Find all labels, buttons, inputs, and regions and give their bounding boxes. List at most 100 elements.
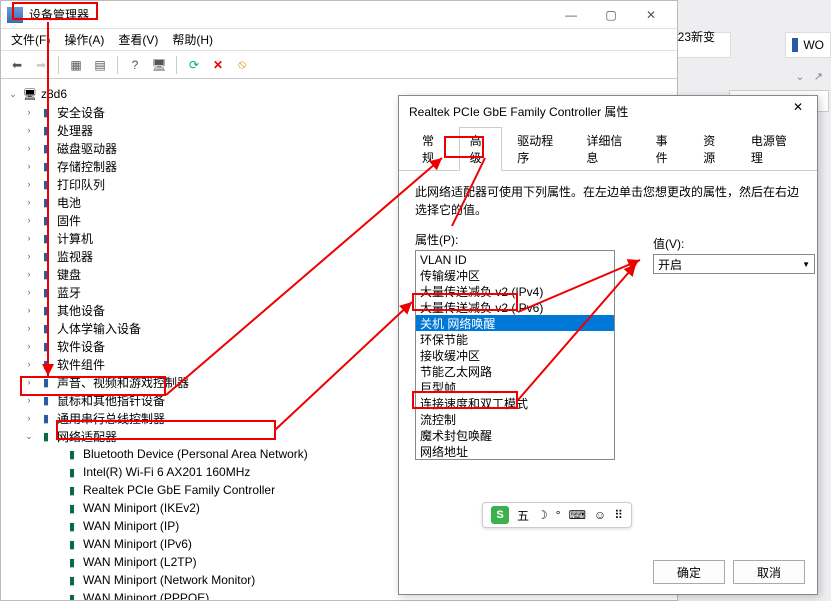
dialog-close-button[interactable]: ✕	[785, 100, 811, 120]
property-option[interactable]: 流控制	[416, 411, 614, 427]
more-icon[interactable]: ⠿	[614, 508, 623, 522]
tree-net-item-label: WAN Miniport (IKEv2)	[83, 501, 200, 515]
tab-description: 此网络适配器可使用下列属性。在左边单击您想更改的属性，然后在右边选择它的值。	[415, 183, 801, 219]
property-option[interactable]: 魔术封包唤醒	[416, 427, 614, 443]
tab-2[interactable]: 驱动程序	[506, 127, 571, 171]
value-combobox-text: 开启	[658, 256, 682, 273]
uninstall-icon[interactable]: ✕	[208, 55, 228, 75]
tab-5[interactable]: 资源	[692, 127, 736, 171]
property-option[interactable]: 传输缓冲区	[416, 267, 614, 283]
ok-button[interactable]: 确定	[653, 560, 725, 584]
expand-icon[interactable]: ›	[23, 269, 35, 279]
property-option[interactable]: 网络地址	[416, 443, 614, 459]
property-option[interactable]: 大量传送减负 v2 (IPv4)	[416, 283, 614, 299]
emoji-icon[interactable]: ☺	[594, 508, 606, 522]
scan-icon[interactable]: 🖥	[149, 55, 169, 75]
tree-cat-label: 键盘	[57, 266, 81, 283]
nic-icon: ▮	[64, 464, 80, 480]
collapse-icon[interactable]: ⌄	[23, 431, 35, 442]
value-combobox[interactable]: 开启 ▼	[653, 254, 815, 274]
property-option[interactable]: 网络唤醒和关机连接速度	[416, 459, 614, 460]
close-button[interactable]: ✕	[631, 3, 671, 27]
device-icon: ▮	[38, 176, 54, 192]
expand-icon[interactable]: ›	[23, 395, 35, 405]
menu-view[interactable]: 查看(V)	[112, 29, 164, 50]
ribbon-mini-controls: ⌄ ↗	[729, 66, 829, 86]
properties-listbox[interactable]: VLAN ID传输缓冲区大量传送减负 v2 (IPv4)大量传送减负 v2 (I…	[415, 250, 615, 460]
keyboard-icon[interactable]: ⌨	[569, 508, 586, 522]
tree-cat-label: 人体学输入设备	[57, 320, 141, 337]
expand-icon[interactable]: ›	[23, 359, 35, 369]
tab-advanced-body: 此网络适配器可使用下列属性。在左边单击您想更改的属性，然后在右边选择它的值。 属…	[399, 171, 817, 473]
expand-icon[interactable]: ›	[23, 323, 35, 333]
task-btn-word[interactable]: WO	[785, 32, 831, 58]
property-option[interactable]: 关机 网络唤醒	[416, 315, 614, 331]
tab-0[interactable]: 常规	[411, 127, 455, 171]
tree-cat-network-label: 网络适配器	[57, 428, 117, 445]
expand-icon[interactable]: ›	[23, 215, 35, 225]
property-option[interactable]: 节能乙太网路	[416, 363, 614, 379]
back-icon[interactable]: ⬅	[7, 55, 27, 75]
expand-icon[interactable]: ›	[23, 125, 35, 135]
nic-icon: ▮	[64, 482, 80, 498]
tab-3[interactable]: 详细信息	[575, 127, 640, 171]
update-icon[interactable]: ⟳	[184, 55, 204, 75]
expand-icon[interactable]: ›	[23, 377, 35, 387]
device-icon: ▮	[38, 410, 54, 426]
tree-cat-label: 存储控制器	[57, 158, 117, 175]
expand-icon[interactable]: ›	[23, 341, 35, 351]
device-icon: ▮	[38, 338, 54, 354]
nic-icon: ▮	[64, 554, 80, 570]
device-icon: ▮	[38, 266, 54, 282]
nic-icon: ▮	[64, 446, 80, 462]
tab-1[interactable]: 高级	[459, 127, 503, 171]
device-icon: ▮	[38, 302, 54, 318]
app-icon	[7, 7, 23, 23]
device-icon: ▮	[38, 104, 54, 120]
disable-icon[interactable]: ⦸	[232, 55, 252, 75]
help-icon[interactable]: ?	[125, 55, 145, 75]
moon-icon[interactable]: ☽	[537, 508, 548, 522]
forward-icon[interactable]: ➡	[31, 55, 51, 75]
expand-icon[interactable]: ›	[23, 413, 35, 423]
ime-toolbar[interactable]: S 五 ☽ ° ⌨ ☺ ⠿	[482, 502, 632, 528]
tree-cat-label: 电池	[57, 194, 81, 211]
device-icon: ▮	[38, 158, 54, 174]
expand-icon[interactable]: ›	[23, 107, 35, 117]
ime-mode[interactable]: 五	[517, 507, 529, 524]
property-option[interactable]: 连接速度和双工模式	[416, 395, 614, 411]
properties-icon[interactable]: ▤	[90, 55, 110, 75]
tree-cat-label: 鼠标和其他指针设备	[57, 392, 165, 409]
expand-icon[interactable]: ›	[23, 161, 35, 171]
menu-file[interactable]: 文件(F)	[5, 29, 56, 50]
tree-cat-label: 安全设备	[57, 104, 105, 121]
expand-icon[interactable]: ›	[23, 143, 35, 153]
expand-icon[interactable]: ›	[23, 233, 35, 243]
cancel-button[interactable]: 取消	[733, 560, 805, 584]
expand-icon[interactable]: ›	[23, 251, 35, 261]
punct-icon[interactable]: °	[556, 508, 561, 522]
tab-6[interactable]: 电源管理	[740, 127, 805, 171]
tab-4[interactable]: 事件	[645, 127, 689, 171]
property-option[interactable]: 环保节能	[416, 331, 614, 347]
expand-icon[interactable]: ›	[23, 197, 35, 207]
show-hide-icon[interactable]: ▦	[66, 55, 86, 75]
minimize-button[interactable]: —	[551, 3, 591, 27]
property-option[interactable]: 接收缓冲区	[416, 347, 614, 363]
tree-net-item-label: WAN Miniport (IPv6)	[83, 537, 192, 551]
maximize-button[interactable]: ▢	[591, 3, 631, 27]
expand-icon[interactable]: ›	[23, 179, 35, 189]
menu-help[interactable]: 帮助(H)	[166, 29, 219, 50]
tree-cat-label: 处理器	[57, 122, 93, 139]
collapse-icon[interactable]: ⌄	[7, 89, 19, 100]
property-option[interactable]: 巨型帧	[416, 379, 614, 395]
chevron-down-icon: ▼	[802, 260, 810, 269]
expand-icon[interactable]: ›	[23, 287, 35, 297]
tree-cat-label: 打印队列	[57, 176, 105, 193]
expand-icon[interactable]: ›	[23, 305, 35, 315]
toolbar: ⬅ ➡ ▦ ▤ ? 🖥 ⟳ ✕ ⦸	[1, 51, 677, 79]
property-option[interactable]: VLAN ID	[416, 251, 614, 267]
menu-action[interactable]: 操作(A)	[58, 29, 110, 50]
network-icon: ▮	[38, 428, 54, 444]
property-option[interactable]: 大量传送减负 v2 (IPv6)	[416, 299, 614, 315]
